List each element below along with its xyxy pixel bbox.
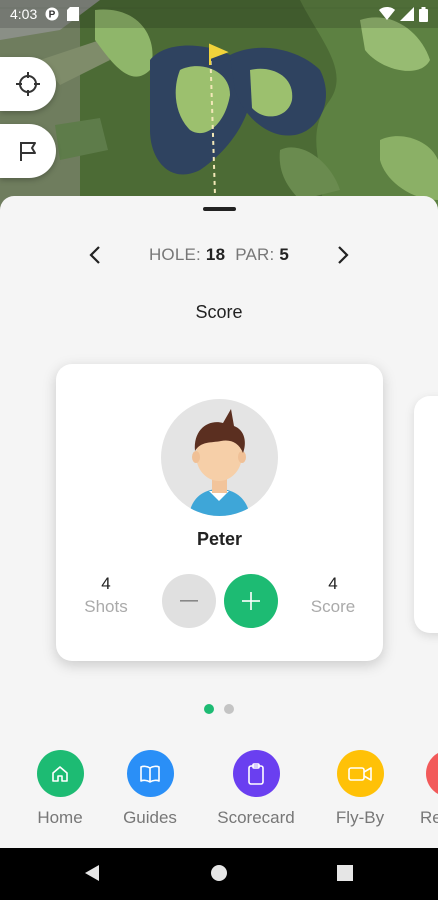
battery-icon	[419, 6, 428, 22]
nav-home-circle	[36, 750, 84, 797]
chevron-right-icon	[338, 246, 349, 264]
course-map[interactable]	[0, 0, 438, 215]
home-icon	[52, 765, 68, 782]
shots-value: 4	[101, 574, 111, 593]
next-hole-button[interactable]	[332, 244, 354, 266]
increase-shots-button[interactable]	[224, 574, 278, 628]
nav-label-results: Re	[420, 808, 438, 827]
chevron-left-icon	[89, 246, 100, 264]
hole-info: HOLE: 18 PAR: 5	[149, 245, 289, 265]
score-label: Score	[310, 597, 356, 616]
course-map-image	[0, 0, 438, 215]
wifi-icon	[379, 7, 395, 20]
shots-stat: 4 Shots	[66, 574, 146, 617]
flag-button[interactable]	[0, 124, 56, 178]
back-button[interactable]	[84, 864, 100, 887]
back-triangle-icon	[85, 865, 99, 881]
nav-label-flyby: Fly-By	[335, 808, 385, 827]
crosshair-icon	[16, 72, 40, 96]
bottom-sheet: HOLE: 18 PAR: 5 Score Peter 4 Shots 4 Sc…	[0, 196, 438, 848]
nav-scorecard-circle	[232, 750, 280, 797]
status-time: 4:03	[10, 6, 38, 22]
page-dot[interactable]	[224, 704, 234, 714]
score-stat: 4 Score	[293, 574, 373, 617]
nav-item-results[interactable]: Re	[414, 750, 438, 828]
nav-label-guides: Guides	[123, 808, 177, 827]
center-location-button[interactable]	[0, 57, 56, 111]
home-circle-icon	[211, 865, 227, 881]
previous-hole-button[interactable]	[84, 244, 106, 266]
book-icon	[140, 765, 160, 783]
status-bar: 4:03 P	[0, 0, 438, 28]
nav-label-scorecard: Scorecard	[217, 808, 295, 827]
notification-icon: P	[45, 7, 59, 21]
nav-item-home[interactable]: Home	[24, 750, 96, 828]
hole-label: HOLE:	[148, 245, 201, 264]
flag-icon	[20, 142, 36, 161]
recents-square-icon	[337, 865, 353, 881]
nav-item-scorecard[interactable]: Scorecard	[206, 750, 306, 828]
avatar-image	[189, 409, 250, 516]
home-system-button[interactable]	[211, 864, 227, 887]
nav-item-guides[interactable]: Guides	[112, 750, 188, 828]
sd-card-icon	[67, 7, 80, 21]
par-label: PAR:	[235, 245, 275, 264]
page-indicator	[0, 704, 438, 714]
drag-handle[interactable]	[203, 207, 236, 211]
section-title: Score	[195, 302, 243, 322]
nav-results-circle	[426, 750, 438, 797]
next-player-card[interactable]	[414, 396, 438, 633]
plus-icon	[242, 592, 260, 610]
system-navigation-bar	[0, 848, 438, 900]
avatar	[161, 399, 278, 516]
clipboard-icon	[248, 762, 264, 785]
hole-selector: HOLE: 18 PAR: 5	[0, 240, 438, 270]
page-dot-active[interactable]	[204, 704, 214, 714]
decrease-shots-button[interactable]	[162, 574, 216, 628]
hole-number: 18	[205, 245, 226, 264]
bottom-nav: Home Guides Scorecard Fly-By Re	[0, 750, 438, 840]
score-value: 4	[328, 574, 338, 593]
par-value: 5	[279, 245, 290, 264]
nav-item-flyby[interactable]: Fly-By	[324, 750, 396, 828]
nav-label-home: Home	[37, 808, 83, 827]
recents-button[interactable]	[337, 864, 353, 887]
player-score-card: Peter 4 Shots 4 Score	[56, 364, 383, 661]
shots-label: Shots	[84, 597, 128, 616]
nav-flyby-circle	[336, 750, 384, 797]
video-icon	[348, 766, 372, 781]
signal-icon	[400, 7, 414, 21]
svg-text:P: P	[49, 10, 56, 21]
nav-guides-circle	[126, 750, 174, 797]
player-name: Peter	[196, 529, 243, 549]
minus-icon	[180, 600, 198, 602]
